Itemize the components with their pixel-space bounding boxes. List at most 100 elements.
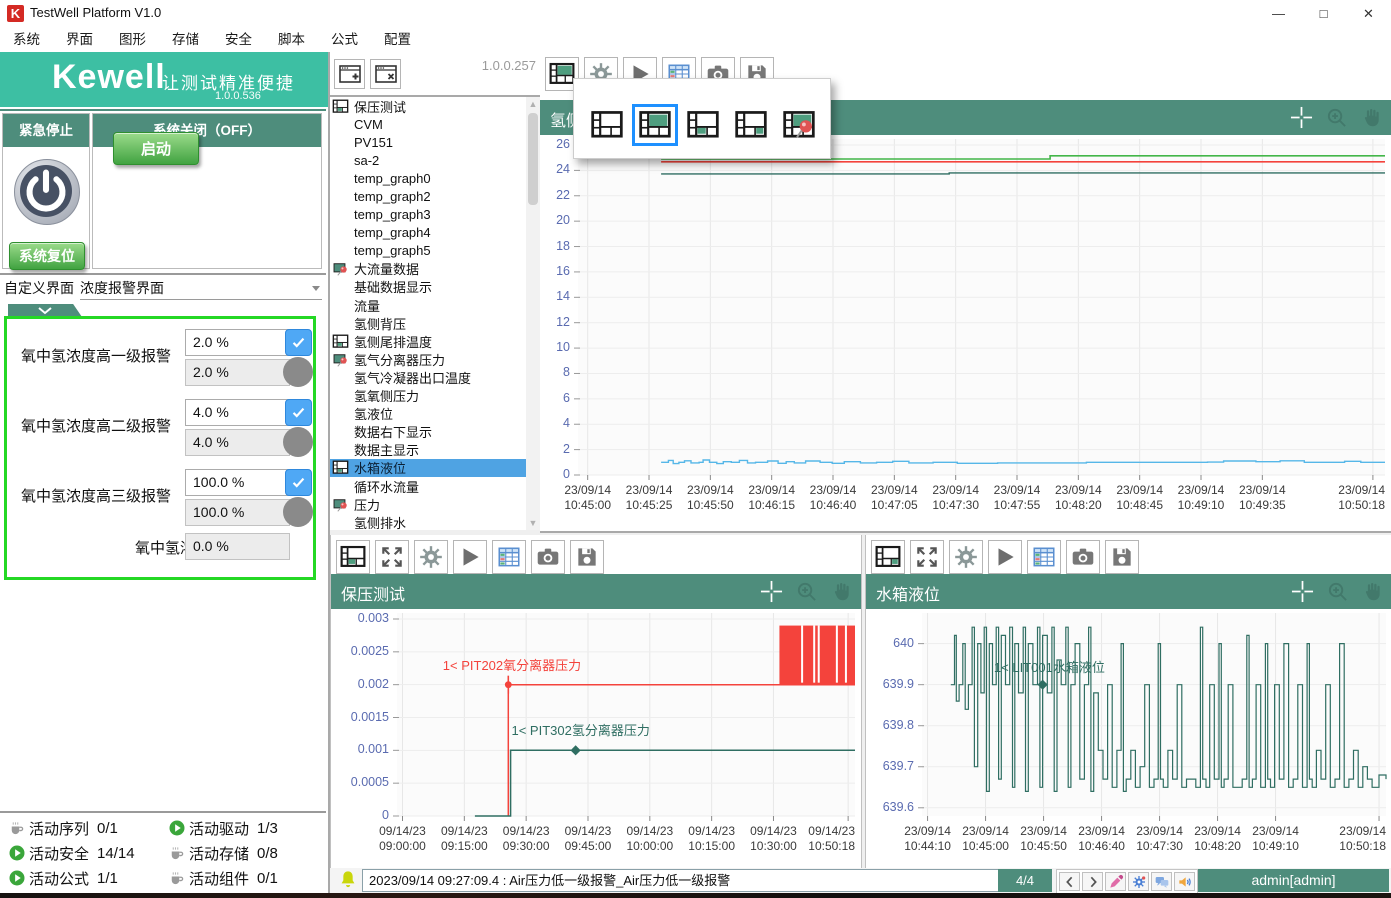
list-item-数据右下显示[interactable]: 数据右下显示: [330, 423, 526, 441]
pressure-hold-chart[interactable]: 0.0030.00250.0020.00150.0010.0005009/14/…: [331, 609, 861, 868]
list-item-temp_graph4[interactable]: temp_graph4: [330, 224, 526, 242]
list-item-label: 氢气分离器压力: [354, 350, 445, 369]
alarm-setpoint-input[interactable]: 100.0 %: [185, 469, 290, 496]
zoom-icon[interactable]: [795, 580, 818, 603]
custom-ui-select[interactable]: 浓度报警界面: [80, 277, 322, 300]
brush-button[interactable]: [1105, 872, 1126, 891]
table-button[interactable]: [1027, 540, 1061, 574]
chev-left-button[interactable]: [1059, 872, 1080, 891]
layout-br-button[interactable]: [871, 540, 905, 574]
menu-item-系统[interactable]: 系统: [0, 28, 53, 52]
gear-button[interactable]: [414, 540, 448, 574]
expand-button[interactable]: [910, 540, 944, 574]
menu-item-图形[interactable]: 图形: [106, 28, 159, 52]
menu-item-安全[interactable]: 安全: [212, 28, 265, 52]
system-reset-button[interactable]: 系统复位: [9, 242, 85, 270]
save-button[interactable]: [1105, 540, 1139, 574]
layout-plain-icon: [590, 110, 624, 140]
alarm-feedback-field: 2.0 %: [185, 359, 290, 386]
list-item-压力[interactable]: 压力: [330, 495, 526, 513]
table-button[interactable]: [492, 540, 526, 574]
expand-button[interactable]: [375, 540, 409, 574]
menu-item-界面[interactable]: 界面: [53, 28, 106, 52]
maximize-button[interactable]: □: [1301, 0, 1346, 27]
y-axis-tick: 639.9: [866, 677, 914, 691]
menu-item-存储[interactable]: 存储: [159, 28, 212, 52]
alarm-enabled-checkbox[interactable]: [285, 329, 312, 356]
hydrogen-chart[interactable]: 2624222018161412108642023/09/1410:45:002…: [540, 135, 1391, 531]
save-button[interactable]: [570, 540, 604, 574]
menu-item-公式[interactable]: 公式: [318, 28, 371, 52]
layout-bl-button[interactable]: [336, 540, 370, 574]
chev-right-button[interactable]: [1082, 872, 1103, 891]
scrollbar-thumb[interactable]: [528, 113, 538, 205]
list-item-PV151[interactable]: PV151: [330, 133, 526, 151]
scroll-down-icon[interactable]: ▼: [526, 516, 540, 530]
alarm-enabled-checkbox[interactable]: [285, 399, 312, 426]
emergency-stop-button[interactable]: [14, 159, 80, 225]
alarm-bell-icon[interactable]: [338, 869, 358, 892]
list-item-氢液位[interactable]: 氢液位: [330, 405, 526, 423]
list-item-氢侧尾排温度[interactable]: 氢侧尾排温度: [330, 332, 526, 350]
start-button[interactable]: 启动: [113, 132, 199, 165]
list-item-temp_graph2[interactable]: temp_graph2: [330, 187, 526, 205]
gear-alert-button[interactable]: [1128, 872, 1149, 891]
list-item-循环水流量[interactable]: 循环水流量: [330, 477, 526, 495]
play-button[interactable]: [453, 540, 487, 574]
crosshair-icon[interactable]: [1290, 106, 1313, 129]
chat-button[interactable]: [1151, 872, 1172, 891]
list-scrollbar[interactable]: ▲ ▼: [526, 97, 540, 530]
hand-icon[interactable]: [830, 580, 853, 603]
camera-button[interactable]: [1066, 540, 1100, 574]
hand-icon[interactable]: [1360, 106, 1383, 129]
y-axis-tick: 24: [540, 162, 570, 176]
alarm-setpoint-input[interactable]: 2.0 %: [185, 329, 290, 356]
current-user-badge[interactable]: admin[admin]: [1198, 869, 1389, 892]
list-item-氢气分离器压力[interactable]: 氢气分离器压力: [330, 350, 526, 368]
list-item-sa-2[interactable]: sa-2: [330, 151, 526, 169]
alarm-setpoint-input[interactable]: 4.0 %: [185, 399, 290, 426]
layout-icon: [332, 334, 349, 349]
list-item-保压测试[interactable]: 保压测试: [330, 97, 526, 115]
layout-option-pinned[interactable]: [776, 104, 822, 146]
window-close-button[interactable]: [370, 59, 401, 89]
alarm-row: 氧中氢浓度高二级报警4.0 %4.0 %: [7, 395, 307, 457]
list-item-temp_graph0[interactable]: temp_graph0: [330, 169, 526, 187]
list-item-流量[interactable]: 流量: [330, 296, 526, 314]
tank-level-chart[interactable]: 640639.9639.8639.7639.623/09/1410:44:102…: [866, 609, 1391, 868]
menu-item-配置[interactable]: 配置: [371, 28, 424, 52]
play-button[interactable]: [988, 540, 1022, 574]
zoom-icon[interactable]: [1326, 580, 1349, 603]
zoom-icon[interactable]: [1325, 106, 1348, 129]
y-axis-tick: 2: [540, 442, 570, 456]
close-button[interactable]: ✕: [1346, 0, 1391, 27]
minimize-button[interactable]: —: [1256, 0, 1301, 27]
list-item-数据主显示[interactable]: 数据主显示: [330, 441, 526, 459]
camera-button[interactable]: [531, 540, 565, 574]
list-item-temp_graph5[interactable]: temp_graph5: [330, 242, 526, 260]
alarm-enabled-checkbox[interactable]: [285, 469, 312, 496]
list-item-氢气冷凝器出口温度[interactable]: 氢气冷凝器出口温度: [330, 368, 526, 386]
gear-button[interactable]: [949, 540, 983, 574]
list-item-氢侧排水[interactable]: 氢侧排水: [330, 513, 526, 530]
list-item-CVM[interactable]: CVM: [330, 115, 526, 133]
layout-option-bottom-left[interactable]: [680, 104, 726, 146]
menu-item-脚本[interactable]: 脚本: [265, 28, 318, 52]
layout-option-bottom-right[interactable]: [728, 104, 774, 146]
list-item-水箱液位[interactable]: 水箱液位: [330, 459, 526, 477]
list-item-氢侧背压[interactable]: 氢侧背压: [330, 314, 526, 332]
hand-icon[interactable]: [1361, 580, 1384, 603]
speaker-button[interactable]: [1174, 872, 1195, 891]
list-item-temp_graph3[interactable]: temp_graph3: [330, 206, 526, 224]
list-item-氢氧侧压力[interactable]: 氢氧侧压力: [330, 387, 526, 405]
layout-option-plain[interactable]: [584, 104, 630, 146]
window-add-button[interactable]: [334, 59, 365, 89]
scroll-up-icon[interactable]: ▲: [526, 97, 540, 111]
y-axis-tick: 0: [540, 467, 570, 481]
x-axis-tick: 23/09/1410:49:10: [1239, 824, 1313, 854]
layout-option-main[interactable]: [632, 104, 678, 146]
list-item-大流量数据[interactable]: 大流量数据: [330, 260, 526, 278]
crosshair-icon[interactable]: [1291, 580, 1314, 603]
list-item-基础数据显示[interactable]: 基础数据显示: [330, 278, 526, 296]
crosshair-icon[interactable]: [760, 580, 783, 603]
